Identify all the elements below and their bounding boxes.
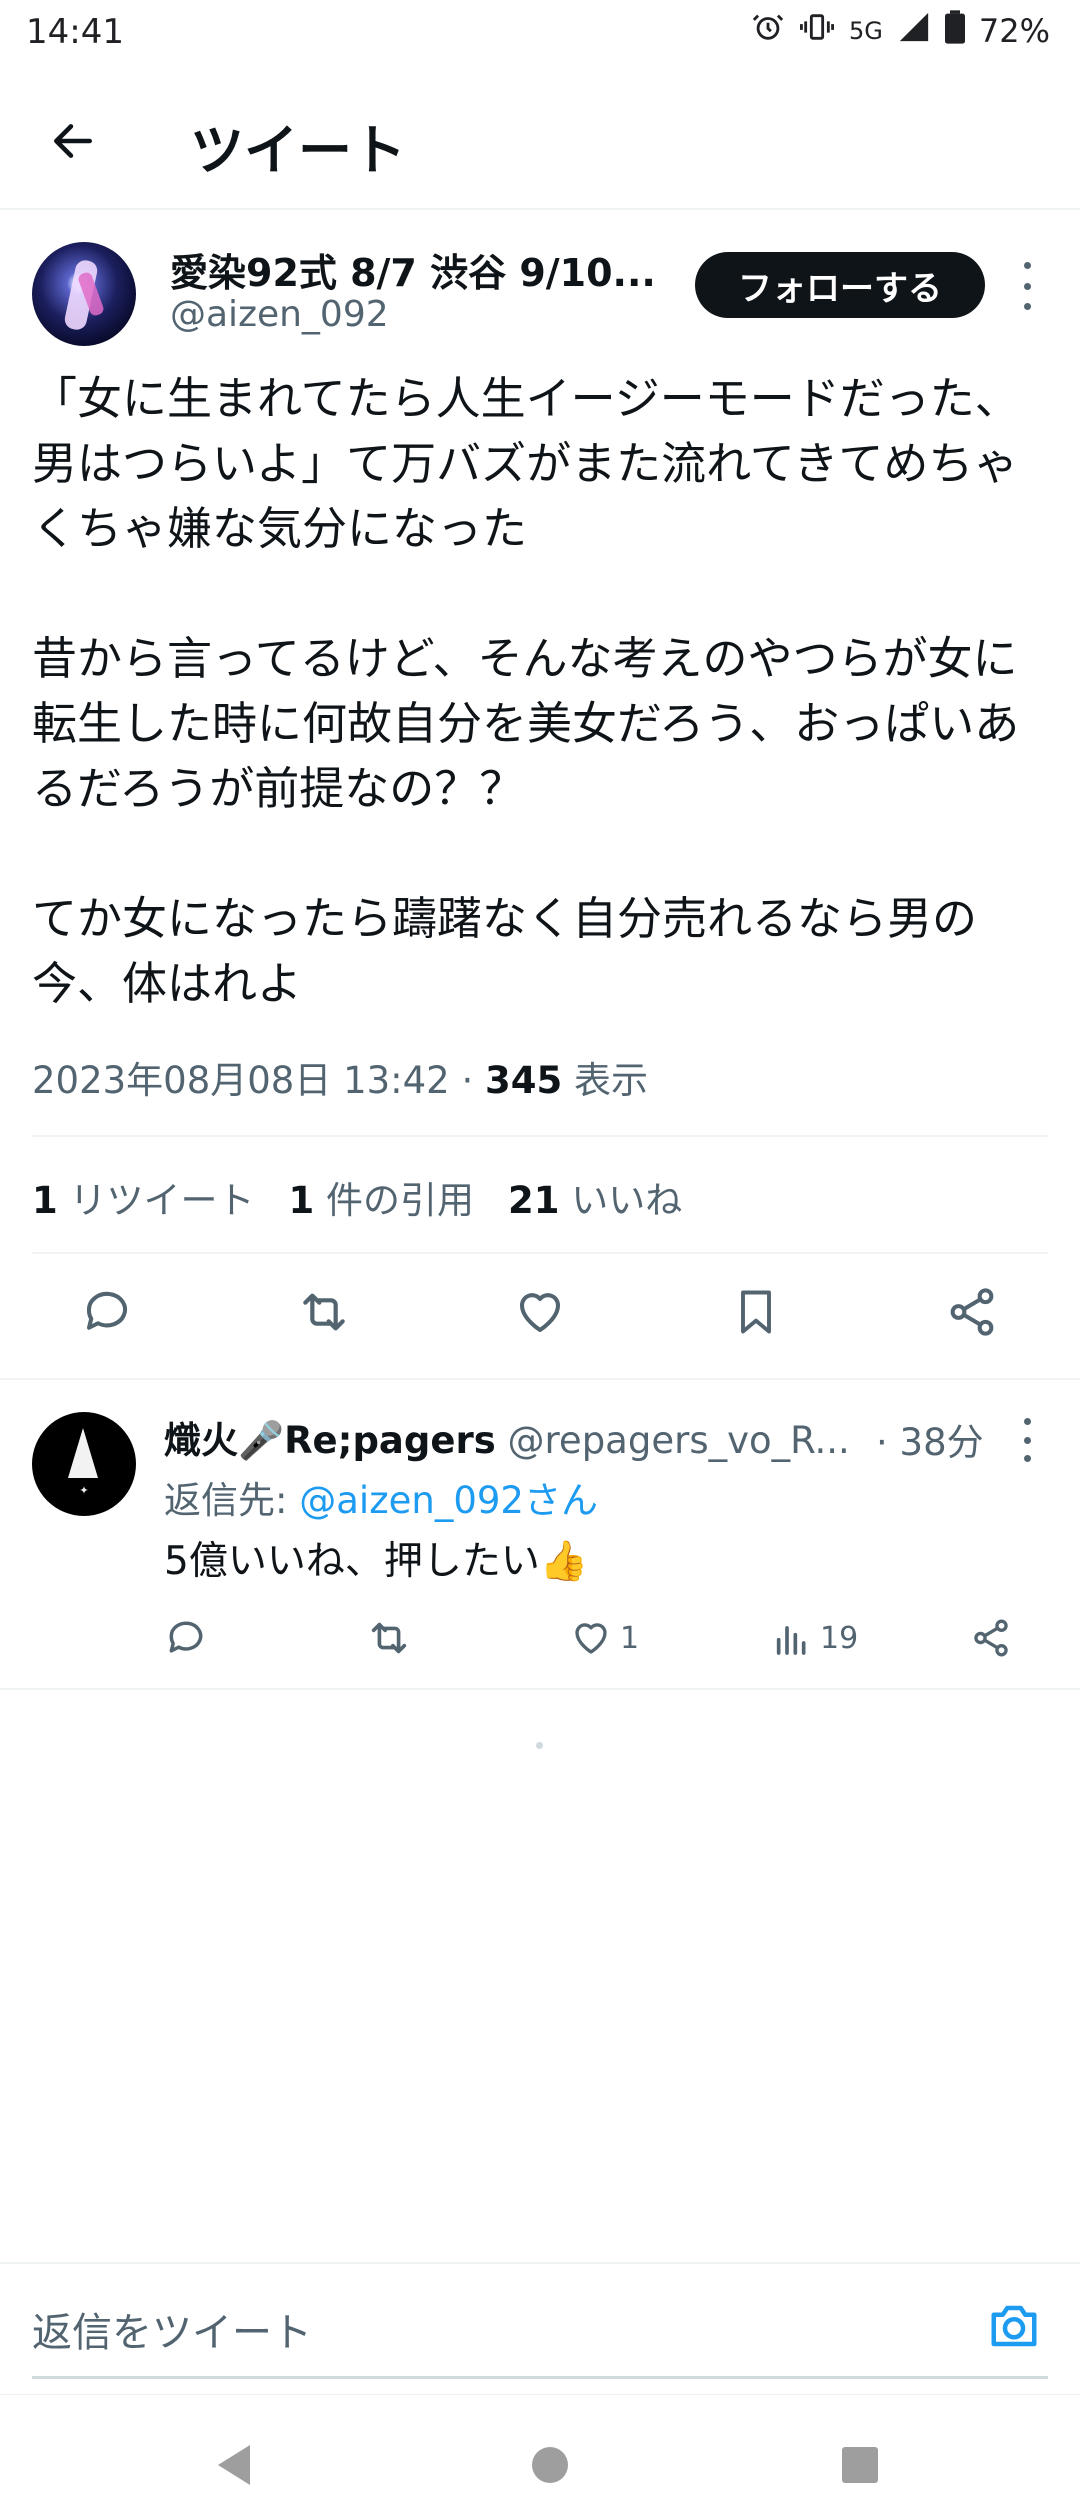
battery-percent: 72% bbox=[978, 12, 1050, 50]
share-icon bbox=[974, 1619, 1008, 1657]
quotes-stat[interactable]: 1 件の引用 bbox=[289, 1170, 475, 1224]
share-button[interactable] bbox=[940, 1280, 1004, 1344]
camera-button[interactable] bbox=[986, 2298, 1042, 2354]
analytics-icon bbox=[776, 1626, 806, 1655]
status-bar: 14:41 5G 72% bbox=[0, 0, 1080, 66]
tweet-paragraph: 昔から言ってるけど、そんな考えのやつらが女に転生した時に何故自分を美女だろう、お… bbox=[32, 632, 1020, 815]
tweet-actions bbox=[0, 1280, 1080, 1360]
reply-time: · 38分 bbox=[868, 1412, 984, 1466]
reply-author-name[interactable]: 熾火🎤Re;pagers bbox=[164, 1419, 496, 1462]
follow-button[interactable]: フォローする bbox=[695, 252, 985, 318]
reply-composer[interactable]: 返信をツイート bbox=[0, 2262, 1080, 2382]
status-time: 14:41 bbox=[26, 12, 124, 52]
reply-more-options-icon[interactable] bbox=[1012, 1418, 1042, 1462]
tweet-paragraph: てか女になったら躊躇なく自分売れるなら男の今、体はれよ bbox=[32, 892, 978, 1010]
reply-reply-button[interactable] bbox=[164, 1610, 208, 1666]
top-bar: ツイート bbox=[0, 66, 1080, 210]
system-navigation-bar bbox=[0, 2394, 1080, 2520]
reply-retweet-button[interactable] bbox=[366, 1610, 412, 1666]
reply-author-handle[interactable]: @repagers_vo_R... bbox=[508, 1419, 850, 1462]
reply-like-count: 1 bbox=[620, 1620, 640, 1656]
vibrate-icon bbox=[799, 10, 835, 52]
retweet-icon bbox=[371, 1622, 407, 1654]
alarm-icon bbox=[751, 10, 785, 52]
tweet-timestamp[interactable]: 2023年08月08日 13:42 · bbox=[32, 1059, 485, 1102]
retweet-icon bbox=[303, 1293, 345, 1331]
reply-views-count: 19 bbox=[820, 1620, 859, 1656]
circle-home-icon bbox=[532, 2447, 568, 2483]
tweet-paragraph: 「女に生まれてたら人生イージーモードだった、男はつらいよ」て万バズがまた流れてき… bbox=[32, 372, 1020, 555]
loading-indicator bbox=[536, 1742, 543, 1749]
reply-actions: 1 19 bbox=[0, 1610, 1080, 1670]
page-title: ツイート bbox=[190, 119, 406, 182]
views-label: 表示 bbox=[562, 1059, 648, 1102]
heart-icon bbox=[575, 1623, 607, 1654]
triangle-back-icon bbox=[218, 2445, 250, 2485]
retweets-stat[interactable]: 1 リツイート bbox=[32, 1170, 255, 1224]
battery-icon bbox=[944, 10, 965, 52]
bookmark-icon bbox=[741, 1290, 771, 1334]
divider bbox=[32, 1135, 1048, 1137]
signal-icon bbox=[897, 10, 931, 52]
network-type: 5G bbox=[849, 17, 883, 45]
tweet-meta: 2023年08月08日 13:42 · 345 表示 bbox=[32, 1050, 648, 1104]
like-button[interactable] bbox=[508, 1280, 572, 1344]
nav-recents-button[interactable] bbox=[830, 2435, 890, 2495]
tweet-text: 「女に生まれてたら人生イージーモードだった、男はつらいよ」て万バズがまた流れてき… bbox=[32, 366, 1052, 1016]
reply-to-handle-link[interactable]: @aizen_092さん bbox=[299, 1479, 598, 1522]
reply-header: 熾火🎤Re;pagers @repagers_vo_R... bbox=[164, 1410, 984, 1464]
divider bbox=[0, 1688, 1080, 1690]
reply-input[interactable]: 返信をツイート bbox=[32, 2300, 312, 2358]
share-icon bbox=[950, 1288, 994, 1336]
heart-icon bbox=[519, 1293, 561, 1333]
nav-home-button[interactable] bbox=[520, 2435, 580, 2495]
reply-author-avatar[interactable]: ✦ bbox=[32, 1412, 136, 1516]
divider bbox=[0, 1378, 1080, 1380]
bookmark-button[interactable] bbox=[724, 1280, 788, 1344]
reply-icon bbox=[86, 1291, 128, 1330]
reply-icon bbox=[169, 1621, 203, 1653]
more-options-icon[interactable] bbox=[1012, 262, 1042, 310]
reply-like-button[interactable]: 1 bbox=[570, 1610, 639, 1666]
retweet-button[interactable] bbox=[292, 1280, 356, 1344]
author-name[interactable]: 愛染92式 8/7 渋谷 9/10... bbox=[170, 242, 670, 297]
camera-icon bbox=[991, 2305, 1037, 2347]
square-recents-icon bbox=[842, 2447, 878, 2483]
views-count: 345 bbox=[485, 1059, 563, 1102]
reply-share-button[interactable] bbox=[970, 1610, 1012, 1666]
back-button[interactable] bbox=[40, 108, 106, 174]
reply-button[interactable] bbox=[75, 1280, 139, 1344]
arrow-left-icon bbox=[54, 124, 92, 158]
reply-views-button[interactable]: 19 bbox=[772, 1610, 858, 1666]
likes-stat[interactable]: 21 いいね bbox=[508, 1170, 682, 1224]
author-avatar[interactable] bbox=[32, 242, 136, 346]
nav-back-button[interactable] bbox=[204, 2435, 264, 2495]
reply-to: 返信先: @aizen_092さん bbox=[164, 1479, 598, 1522]
divider bbox=[32, 1252, 1048, 1254]
tweet-stats: 1 リツイート 1 件の引用 21 いいね bbox=[32, 1170, 682, 1224]
author-handle[interactable]: @aizen_092 bbox=[170, 294, 389, 335]
reply-text: 5億いいね、押したい👍 bbox=[164, 1539, 589, 1584]
